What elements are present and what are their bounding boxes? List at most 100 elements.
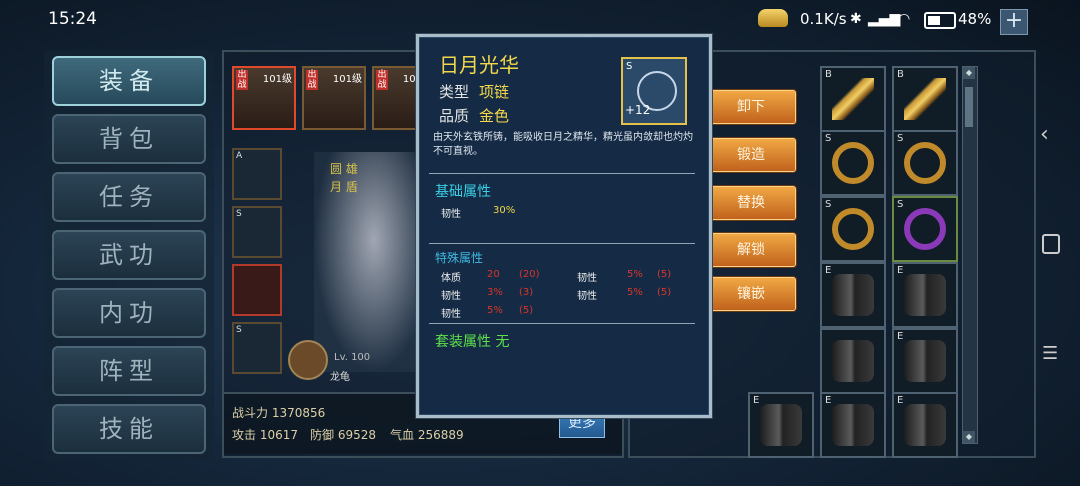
attack-stat: 攻击 10617 [232,428,298,442]
battery-percent: 48% [958,10,992,28]
item-tooltip: 日月光华 类型 项链 品质 金色 S +12 由天外玄铁所铸，能吸收日月之精华，精光… [416,34,712,418]
equip-slot-weapon[interactable]: A [232,148,282,200]
scroll-down-icon[interactable]: ◆ [963,431,975,443]
inlay-button[interactable]: 镶嵌 [706,277,796,311]
bluetooth-icon: ✱ [850,11,862,27]
slot-grade: A [236,151,243,161]
unequip-button[interactable]: 卸下 [706,90,796,124]
menu-bag[interactable]: 背包 [52,114,206,164]
item-grade: S [825,199,832,210]
item-description: 由天外玄铁所铸，能吸收日月之精华，精光虽内敛却也灼灼不可直视。 [433,132,693,157]
equip-slot-necklace[interactable]: S [232,206,282,258]
inventory-slot[interactable] [820,328,886,394]
inventory-slot[interactable]: E [892,392,958,458]
inventory-slot[interactable]: B [892,66,958,132]
inventory-slot[interactable]: E [820,262,886,328]
replace-button[interactable]: 替换 [706,186,796,220]
inventory-slot[interactable]: S [892,130,958,196]
special-attr-max: (3) [519,287,534,298]
item-grade: E [897,331,904,342]
inventory-slot[interactable]: S [820,130,886,196]
hp-stat: 气血 256889 [390,428,464,442]
item-grade: E [753,395,760,406]
gauntlet-icon [904,404,946,446]
signal-icon: ▂▄▆ [868,11,901,27]
menu-inner-skill[interactable]: 内功 [52,288,206,338]
item-grade: S [825,133,832,144]
blade-icon [832,78,874,120]
menu-martial-arts[interactable]: 武功 [52,230,206,280]
item-grade: E [897,265,904,276]
character-name-b: 月 盾 [330,180,358,194]
quality-label: 品质 [439,107,470,125]
divider [429,243,695,244]
item-quality-row: 品质 金色 [439,105,509,126]
item-grade: S [897,133,904,144]
menu-lines-icon[interactable]: ☰ [1042,343,1058,364]
mount-level: Lv. 100 [334,352,371,363]
menu-quest[interactable]: 任务 [52,172,206,222]
item-icon: S +12 [621,57,687,125]
inventory-slot[interactable]: S [892,196,958,262]
party-level: 101级 [262,74,292,85]
back-icon[interactable]: ‹ [1040,122,1049,147]
mount-name: 龙龟 [330,372,350,383]
wifi-icon: ◠ [898,11,911,27]
item-grade: E [897,395,904,406]
ring-icon [832,142,874,184]
menu-skills[interactable]: 技能 [52,404,206,454]
menu-formation[interactable]: 阵型 [52,346,206,396]
ring-icon [904,208,946,250]
home-icon[interactable] [1042,234,1060,254]
battery-icon [924,12,956,29]
type-value: 项链 [479,83,510,101]
mount-avatar[interactable] [288,340,328,380]
scroll-up-icon[interactable]: ◆ [963,67,975,79]
special-attr-max: (5) [657,287,672,298]
item-grade: S [626,61,633,72]
special-attr-name: 韧性 [441,291,461,302]
party-portrait-1[interactable]: 出战 101级 [232,66,296,130]
special-attr-name: 韧性 [577,273,597,284]
character-name-a: 圆 雄 [330,162,358,176]
special-attr-max: (20) [519,269,540,280]
scroll-thumb[interactable] [965,87,973,127]
add-currency-button[interactable]: + [1000,9,1028,35]
item-enhance-level: +12 [625,103,651,117]
unlock-button[interactable]: 解锁 [706,233,796,267]
menu-equipment[interactable]: 装备 [52,56,206,106]
special-attr-value: 5% [627,269,643,280]
inventory-slot[interactable]: E [748,392,814,458]
type-label: 类型 [439,83,470,101]
equip-slot-armor[interactable] [232,264,282,316]
party-portrait-2[interactable]: 出战 101级 [302,66,366,130]
special-attr-value: 3% [487,287,503,298]
inventory-slot[interactable]: E [892,262,958,328]
ring-icon [832,208,874,250]
inventory-slot[interactable]: E [820,392,886,458]
defense-stat: 防御 69528 [310,428,376,442]
inventory-slot[interactable]: E [892,328,958,394]
item-name: 日月光华 [439,53,519,77]
special-attr-name: 韧性 [441,309,461,320]
special-attr-value: 5% [627,287,643,298]
blade-icon [904,78,946,120]
gauntlet-icon [832,340,874,382]
special-attr-max: (5) [657,269,672,280]
party-level: 101级 [332,74,362,85]
special-attr-name: 韧性 [577,291,597,302]
inventory-scrollbar[interactable]: ◆ ◆ [962,66,978,444]
gauntlet-icon [832,274,874,316]
main-menu: 装备 背包 任务 武功 内功 阵型 技能 [44,50,214,460]
inventory-slot[interactable]: B [820,66,886,132]
gauntlet-icon [904,340,946,382]
forge-button[interactable]: 锻造 [706,138,796,172]
deploy-tag: 出战 [306,70,318,90]
basic-attr-header: 基础属性 [435,184,491,200]
slot-grade: S [236,325,242,335]
gauntlet-icon [760,404,802,446]
divider [429,173,695,174]
inventory-slot[interactable]: S [820,196,886,262]
equip-slot-ring[interactable]: S [232,322,282,374]
ring-icon [904,142,946,184]
